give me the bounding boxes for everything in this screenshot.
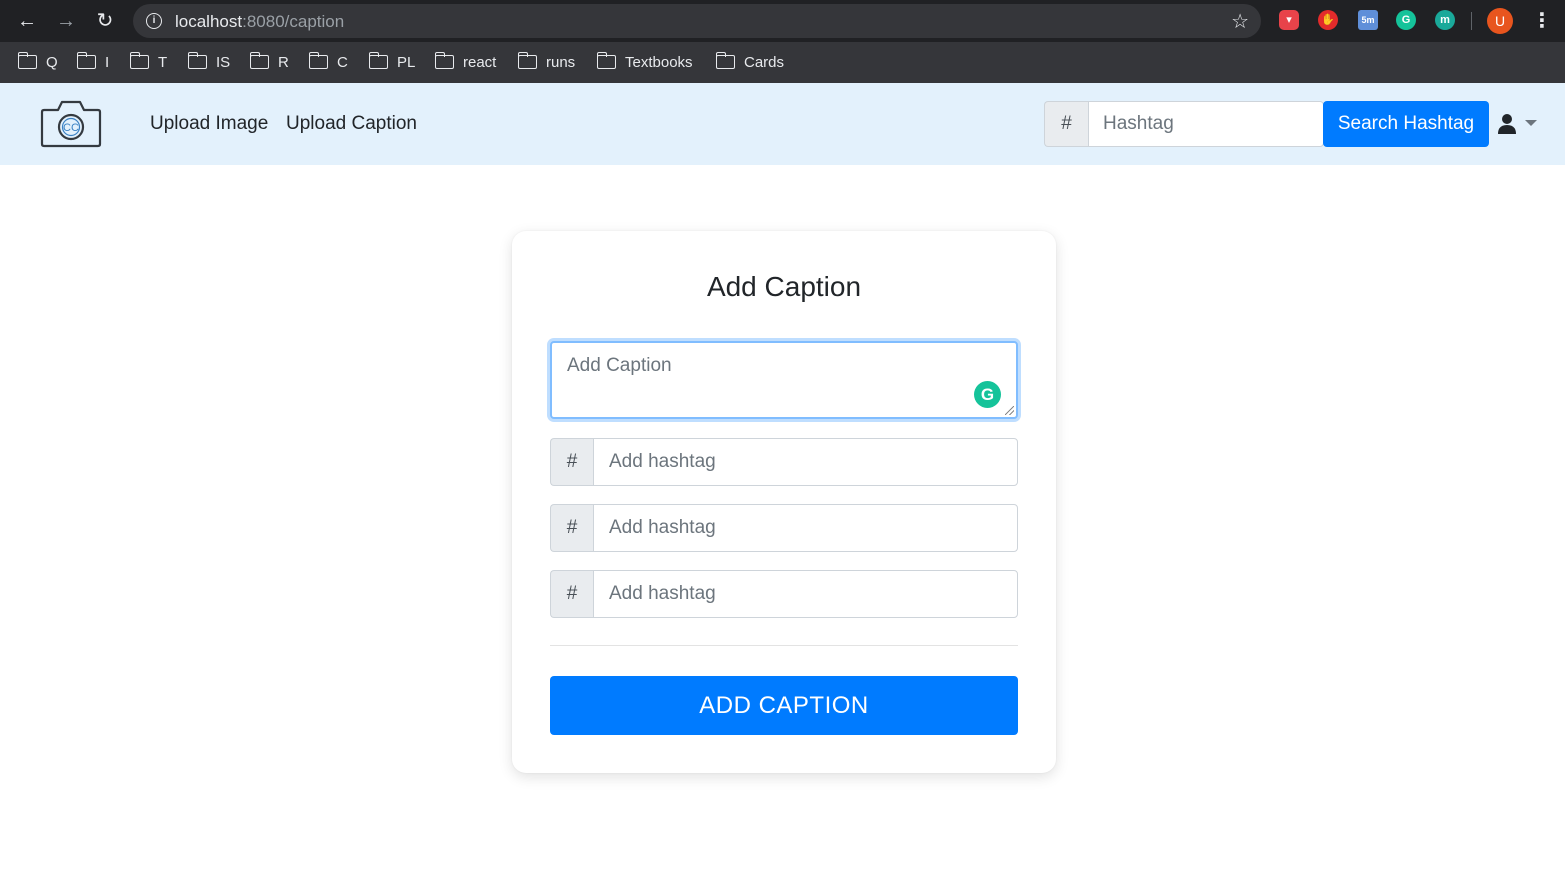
bookmark-label: I [105, 53, 110, 71]
bookmark-t[interactable]: T [129, 52, 168, 72]
hand-ext-icon[interactable]: ✋ [1318, 10, 1338, 30]
folder-icon [129, 52, 149, 69]
folder-icon [187, 52, 207, 69]
add-caption-card: Add Caption Add Caption G # # # ADD CAPT… [512, 231, 1056, 773]
url-host: localhost [175, 12, 243, 31]
bookmark-label: Cards [744, 53, 785, 71]
m-ext-icon[interactable]: m [1435, 10, 1455, 30]
folder-icon [596, 52, 616, 69]
folder-icon [249, 52, 269, 69]
reload-icon[interactable]: ↻ [92, 8, 118, 34]
bookmark-label: R [278, 53, 289, 71]
profile-avatar[interactable]: U [1487, 8, 1513, 34]
folder-icon [76, 52, 96, 69]
user-dropdown[interactable] [1497, 113, 1541, 135]
bookmark-i[interactable]: I [76, 52, 110, 72]
nav-upload-image[interactable]: Upload Image [150, 113, 268, 135]
search-hashtag-button[interactable]: Search Hashtag [1323, 101, 1489, 147]
caption-placeholder: Add Caption [567, 355, 672, 376]
forward-arrow-icon[interactable]: → [53, 8, 79, 34]
bookmark-react[interactable]: react [434, 52, 497, 72]
bookmark-textbooks[interactable]: Textbooks [596, 52, 693, 72]
folder-icon [368, 52, 388, 69]
nav-upload-caption[interactable]: Upload Caption [286, 113, 417, 135]
grammarly-ext-icon[interactable]: G [1396, 10, 1416, 30]
url-text[interactable]: localhost:8080/caption [175, 12, 344, 32]
back-arrow-icon[interactable]: ← [14, 8, 40, 34]
bookmark-is[interactable]: IS [187, 52, 231, 72]
folder-icon [715, 52, 735, 69]
resize-handle[interactable] [1005, 406, 1014, 415]
bookmark-label: C [337, 53, 348, 71]
hashtag-prefix: # [550, 438, 593, 486]
hashtag-search-group: # [1044, 101, 1324, 147]
hashtag-input-1[interactable] [593, 438, 1018, 486]
bookmark-cards[interactable]: Cards [715, 52, 785, 72]
hashtag-prefix: # [550, 570, 593, 618]
grammarly-icon[interactable]: G [974, 381, 1001, 408]
hashtag-group-3: # [550, 570, 1018, 618]
bookmarks-bar: Q I T IS R C PL react runs Textbooks Cards [0, 42, 1565, 83]
bookmark-label: Q [46, 53, 58, 71]
bookmark-label: PL [397, 53, 416, 71]
toolbar-divider [1471, 12, 1472, 30]
caption-textarea[interactable]: Add Caption G [550, 341, 1018, 419]
folder-icon [434, 52, 454, 69]
hashtag-prefix: # [550, 504, 593, 552]
browser-menu-icon[interactable]: ⋮ [1532, 8, 1552, 34]
folder-icon [17, 52, 37, 69]
info-icon[interactable]: i [146, 13, 162, 29]
calendar-ext-icon[interactable]: 5m [1358, 10, 1378, 30]
bookmark-label: IS [216, 53, 231, 71]
add-caption-button[interactable]: ADD CAPTION [550, 676, 1018, 735]
bookmark-r[interactable]: R [249, 52, 289, 72]
chevron-down-icon [1525, 120, 1537, 126]
hashtag-input-2[interactable] [593, 504, 1018, 552]
bookmark-q[interactable]: Q [17, 52, 58, 72]
divider [550, 645, 1018, 646]
folder-icon [308, 52, 328, 69]
bookmark-label: react [463, 53, 497, 71]
bookmark-label: Textbooks [625, 53, 693, 71]
bookmark-label: T [158, 53, 168, 71]
user-icon [1498, 114, 1537, 134]
svg-text:CC: CC [63, 122, 79, 134]
hashtag-group-1: # [550, 438, 1018, 486]
search-hash-prefix: # [1044, 101, 1088, 147]
hashtag-group-2: # [550, 504, 1018, 552]
browser-toolbar: ← → ↻ i localhost:8080/caption ☆ ▾ ✋ 5m Gm … [0, 0, 1565, 42]
app-navbar: CC Upload Image Upload Caption # Search … [0, 83, 1565, 165]
bookmark-star-icon[interactable]: ☆ [1231, 9, 1249, 34]
shield-ext-icon[interactable]: ▾ [1279, 10, 1299, 30]
url-path: :8080/caption [242, 12, 345, 31]
camera-logo-icon[interactable]: CC [40, 100, 102, 148]
card-title: Add Caption [706, 271, 862, 302]
bookmark-c[interactable]: C [308, 52, 348, 72]
bookmark-label: runs [546, 53, 576, 71]
address-bar[interactable]: i localhost:8080/caption ☆ [133, 4, 1261, 38]
folder-icon [517, 52, 537, 69]
hashtag-input-3[interactable] [593, 570, 1018, 618]
hashtag-search-input[interactable] [1088, 101, 1324, 147]
bookmark-runs[interactable]: runs [517, 52, 576, 72]
bookmark-pl[interactable]: PL [368, 52, 416, 72]
